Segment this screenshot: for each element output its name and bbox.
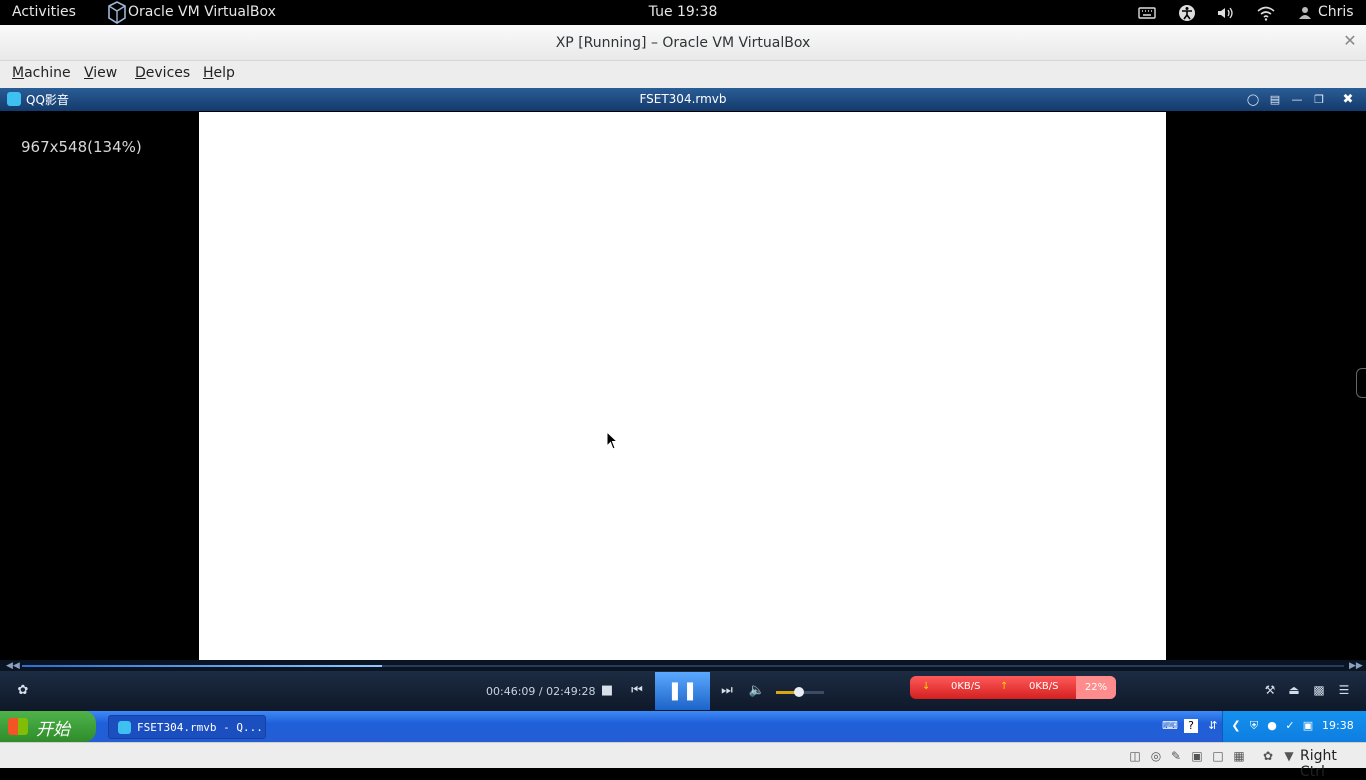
qq-player-task-icon bbox=[118, 721, 131, 734]
keyboard-icon[interactable] bbox=[1138, 4, 1156, 22]
fast-forward-icon[interactable]: ▶▶ bbox=[1349, 661, 1363, 671]
effects-icon[interactable]: ✿ bbox=[12, 680, 34, 702]
tray-arrow-icon[interactable]: ❮ bbox=[1229, 719, 1243, 733]
volume-icon[interactable] bbox=[1216, 4, 1234, 22]
top-clock[interactable]: Tue 19:38 bbox=[649, 4, 718, 20]
seek-bar[interactable]: ◀◀ ▶▶ bbox=[0, 660, 1366, 671]
skin-icon[interactable]: ▩ bbox=[1309, 680, 1329, 700]
gnome-top-bar: Activities Oracle VM VirtualBox Tue 19:3… bbox=[0, 0, 1366, 25]
time-display: 00:46:09 / 02:49:28 bbox=[486, 685, 596, 698]
mouse-cursor-icon bbox=[606, 431, 619, 450]
menu-help-rest: elp bbox=[213, 65, 235, 81]
user-icon[interactable] bbox=[1298, 4, 1316, 22]
video-frame[interactable] bbox=[199, 112, 1166, 660]
antivirus-icon[interactable]: ✓ bbox=[1283, 719, 1297, 733]
keyboard-layout-icon[interactable]: ⌨ bbox=[1162, 719, 1178, 733]
close-icon[interactable]: ✖ bbox=[1338, 90, 1358, 109]
windows-flag-icon bbox=[8, 718, 28, 735]
optical-drive-icon[interactable]: ◎ bbox=[1148, 748, 1164, 764]
hard-disk-icon[interactable]: ◫ bbox=[1127, 748, 1143, 764]
eject-icon[interactable]: ⏏ bbox=[1284, 680, 1304, 700]
qq-penguin-icon[interactable]: ● bbox=[1265, 719, 1279, 733]
pause-button[interactable]: ❚❚ bbox=[655, 672, 710, 710]
taskbar-item-label: FSET304.rmvb - Q... bbox=[137, 721, 263, 734]
keyboard-capture-icon[interactable]: ▼ bbox=[1281, 748, 1297, 764]
seek-track[interactable] bbox=[22, 665, 1344, 667]
net-percent: 22% bbox=[1076, 676, 1116, 699]
accessibility-icon[interactable] bbox=[1178, 4, 1196, 22]
menu-devices[interactable]: Devices bbox=[135, 65, 190, 81]
host-key-label: Right Ctrl bbox=[1300, 748, 1337, 780]
virtualbox-app-icon[interactable] bbox=[106, 0, 128, 25]
upload-speed: 0KB/S bbox=[1029, 681, 1059, 692]
mouse-integration-icon[interactable]: ✿ bbox=[1260, 748, 1276, 764]
chat-bubble-icon[interactable]: ◯ bbox=[1244, 91, 1262, 108]
wrench-icon[interactable]: ⚒ bbox=[1260, 680, 1280, 700]
video-area[interactable]: 967x548(134%) bbox=[0, 111, 1366, 660]
network-adapter-icon[interactable]: ▣ bbox=[1189, 748, 1205, 764]
upload-arrow-icon: ↑ bbox=[1000, 681, 1009, 692]
playlist-handle[interactable] bbox=[1356, 368, 1366, 398]
resolution-info: 967x548(134%) bbox=[21, 138, 142, 156]
vbox-status-bar: ◫ ◎ ✎ ▣ □ ▦ ✿ ▼ Right Ctrl bbox=[0, 742, 1366, 780]
help-icon[interactable]: ? bbox=[1184, 719, 1198, 733]
usb-icon[interactable]: ✎ bbox=[1168, 748, 1184, 764]
qq-player-title-bar[interactable]: QQ影音 FSET304.rmvb ◯ ▤ — ❐ ✖ bbox=[0, 88, 1366, 111]
mini-mode-icon[interactable]: ▤ bbox=[1266, 91, 1284, 108]
guest-screen[interactable]: QQ影音 FSET304.rmvb ◯ ▤ — ❐ ✖ 967x548(134%… bbox=[0, 88, 1366, 742]
shared-folder-icon[interactable]: □ bbox=[1210, 748, 1226, 764]
menu-help[interactable]: Help bbox=[203, 65, 235, 81]
menu-machine-rest: achine bbox=[24, 65, 71, 81]
language-bar-icon[interactable]: ⇵ bbox=[1206, 719, 1220, 733]
next-icon[interactable]: ⏭ bbox=[716, 680, 738, 702]
menu-devices-rest: evices bbox=[145, 65, 191, 81]
wifi-icon[interactable] bbox=[1257, 4, 1275, 22]
download-arrow-icon: ↓ bbox=[922, 681, 931, 692]
menu-machine[interactable]: Machine bbox=[12, 65, 71, 81]
qq-player-logo-icon bbox=[7, 92, 21, 106]
vbox-menu-bar: Machine View Devices Help bbox=[0, 61, 1366, 88]
display-icon[interactable]: ▦ bbox=[1231, 748, 1247, 764]
taskbar-item-qq-player[interactable]: FSET304.rmvb - Q... bbox=[108, 715, 266, 739]
qq-player-app-name: QQ影音 bbox=[26, 93, 69, 107]
file-title: FSET304.rmvb bbox=[639, 92, 727, 106]
start-button[interactable]: 开始 bbox=[0, 711, 96, 742]
start-label: 开始 bbox=[36, 720, 70, 740]
rewind-icon[interactable]: ◀◀ bbox=[6, 661, 20, 671]
minimize-icon[interactable]: — bbox=[1288, 91, 1306, 108]
network-icon[interactable]: ▣ bbox=[1301, 719, 1315, 733]
volume-knob[interactable] bbox=[794, 687, 804, 697]
mute-icon[interactable]: 🔈 bbox=[746, 680, 768, 702]
network-speed-box: ↓ 0KB/S ↑ 0KB/S 22% bbox=[910, 676, 1116, 699]
virtualbox-window-title: XP [Running] – Oracle VM VirtualBox bbox=[0, 25, 1366, 61]
playlist-icon[interactable]: ☰ bbox=[1334, 680, 1354, 700]
vbox-close-button[interactable]: ✕ bbox=[1338, 30, 1362, 52]
previous-icon[interactable]: ⏮ bbox=[626, 680, 648, 702]
activities-button[interactable]: Activities bbox=[12, 4, 76, 20]
app-menu-label[interactable]: Oracle VM VirtualBox bbox=[128, 4, 276, 20]
control-bar: ✿ 00:46:09 / 02:49:28 ■ ⏮ ❚❚ ⏭ 🔈 ↓ 0KB/S… bbox=[0, 671, 1366, 711]
xp-taskbar: 开始 FSET304.rmvb - Q... ⌨ ? ⇵ ❮ ⛨ ● ✓ ▣ 1… bbox=[0, 711, 1366, 742]
menu-view[interactable]: View bbox=[84, 65, 117, 81]
download-speed: 0KB/S bbox=[951, 681, 981, 692]
stop-icon[interactable]: ■ bbox=[596, 680, 618, 702]
user-name[interactable]: Chris bbox=[1318, 4, 1354, 20]
restore-icon[interactable]: ❐ bbox=[1310, 91, 1328, 108]
security-shield-icon[interactable]: ⛨ bbox=[1247, 719, 1261, 733]
menu-view-rest: iew bbox=[93, 65, 118, 81]
seek-progress bbox=[22, 665, 382, 667]
xp-clock[interactable]: 19:38 bbox=[1322, 719, 1354, 732]
